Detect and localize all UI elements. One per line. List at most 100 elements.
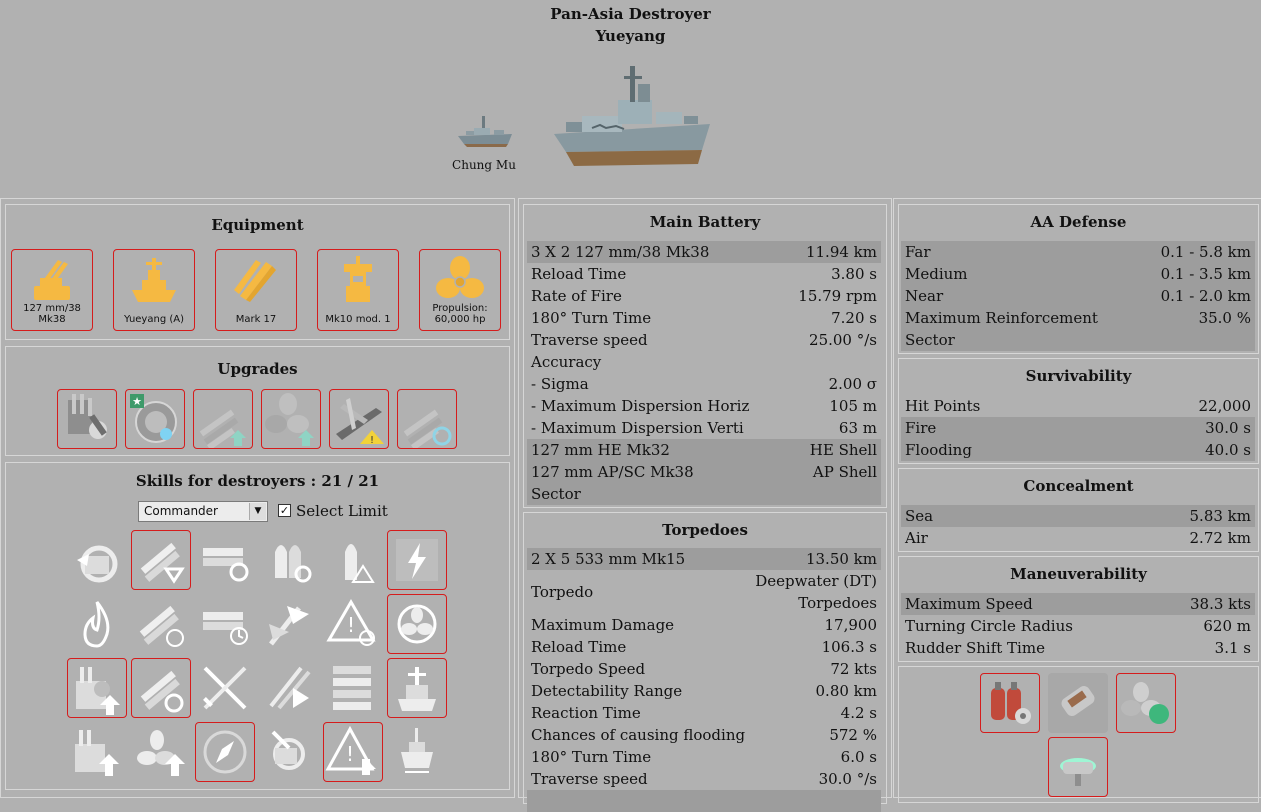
skill-1-1[interactable] <box>67 530 127 590</box>
skill-3-1[interactable] <box>67 658 127 718</box>
skill-1-4[interactable] <box>259 530 319 590</box>
torpedo-reload-skill-icon <box>203 548 249 582</box>
skill-1-6[interactable] <box>387 530 447 590</box>
concealment-row: Air 2.72 km <box>905 529 1251 547</box>
shell-warning-skill-icon <box>345 544 375 583</box>
skill-4-2[interactable] <box>131 722 191 782</box>
skill-1-5[interactable] <box>323 530 383 590</box>
survivability-row: Hit Points 22,000 <box>905 397 1251 415</box>
survivability-row: Fire 30.0 s <box>901 417 1255 439</box>
skill-3-3[interactable] <box>195 658 255 718</box>
torpedo-row: Chances of causing flooding 572 % <box>531 726 877 744</box>
torpedoes-title: Torpedoes <box>662 521 748 539</box>
skill-2-6[interactable] <box>387 594 447 654</box>
upgrades-title: Upgrades <box>217 360 298 378</box>
ship-concealment-skill-icon <box>401 728 433 773</box>
skill-2-1[interactable] <box>67 594 127 654</box>
crossed-swords-skill-icon <box>203 666 247 710</box>
propulsion-modification-icon <box>265 393 314 446</box>
consumable-slot-3[interactable] <box>1116 673 1176 733</box>
upgrade-slot-3[interactable] <box>193 389 253 451</box>
torpedo-speed-skill-icon <box>139 605 184 647</box>
ship-hull-skill-icon <box>398 667 436 711</box>
compass-skill-icon <box>203 730 247 774</box>
previous-ship-image[interactable] <box>456 108 514 150</box>
equipment-label: Propulsion: 60,000 hp <box>432 303 488 325</box>
torpedo-row <box>527 790 881 812</box>
smoke-generator-icon <box>1061 685 1095 717</box>
main-battery-panel: Main Battery 3 X 2 127 mm/38 Mk38 11.94 k… <box>523 204 887 508</box>
equipment-torpedoes[interactable]: Mark 17 <box>215 249 297 331</box>
maneuverability-title: Maneuverability <box>1010 565 1147 583</box>
skill-4-3[interactable] <box>195 722 255 782</box>
skill-4-1[interactable] <box>67 722 127 782</box>
consumable-slot-1[interactable] <box>980 673 1040 733</box>
upgrade-slot-6[interactable] <box>397 389 457 451</box>
chevron-down-icon[interactable]: ▼ <box>249 503 266 520</box>
consumable-slot-2[interactable] <box>1048 673 1108 733</box>
gun-reload-refresh-skill-icon <box>271 730 305 770</box>
fire-control-icon <box>344 256 372 302</box>
skill-3-4[interactable] <box>259 658 319 718</box>
skill-2-2[interactable] <box>131 594 191 654</box>
torpedo-refill-skill-icon <box>140 670 184 713</box>
aircraft-carrier-spotting-icon: ! <box>336 398 384 446</box>
svg-text:!: ! <box>346 742 354 766</box>
survivability-title: Survivability <box>1025 367 1132 385</box>
equipment-label: Mark 17 <box>235 314 277 325</box>
equipment-fire-control[interactable]: Mk10 mod. 1 <box>317 249 399 331</box>
hydroacoustic-search-icon <box>1060 758 1096 786</box>
skill-4-4[interactable] <box>259 722 319 782</box>
previous-ship-label[interactable]: Chung Mu <box>440 158 528 172</box>
torpedo-row: Reload Time 106.3 s <box>531 638 877 656</box>
maneuverability-row: Maximum Speed 38.3 kts <box>901 593 1255 615</box>
upgrade-slot-1[interactable] <box>57 389 117 449</box>
maneuverability-panel: Maneuverability Maximum Speed 38.3 kts Tu… <box>898 556 1259 662</box>
main-battery-row: - Maximum Dispersion Verti 63 m <box>531 419 877 437</box>
skill-2-3[interactable] <box>195 594 255 654</box>
aa-row: Medium 0.1 - 3.5 km <box>901 263 1255 285</box>
propeller-up-skill-icon <box>137 730 185 776</box>
spotting-flag-skill-icon <box>269 606 309 646</box>
main-battery-row: Rate of Fire 15.79 rpm <box>531 287 877 305</box>
main-battery-row: - Maximum Dispersion Horiz 105 m <box>531 397 877 415</box>
commander-select[interactable]: Commander ▼ <box>138 501 268 522</box>
aa-row: Maximum Reinforcement 35.0 % <box>901 307 1255 329</box>
main-battery-row: Sector <box>527 483 881 505</box>
select-limit-checkbox[interactable]: ✓ <box>278 504 291 517</box>
ship-class-title: Pan-Asia Destroyer <box>550 5 711 23</box>
skill-1-3[interactable] <box>195 530 255 590</box>
skill-3-6[interactable] <box>387 658 447 718</box>
maneuverability-row: Turning Circle Radius 620 m <box>905 617 1251 635</box>
skill-3-5[interactable] <box>323 658 383 718</box>
main-battery-title: Main Battery <box>649 213 761 231</box>
upgrade-slot-5[interactable]: ! <box>329 389 389 449</box>
equipment-hull[interactable]: Yueyang (A) <box>113 249 195 331</box>
torpedo-armament-skill-icon <box>203 612 248 645</box>
upgrade-slot-4[interactable] <box>261 389 321 449</box>
helm-propeller-skill-icon <box>397 604 437 644</box>
skill-4-6[interactable] <box>387 722 447 782</box>
propulsion-icon <box>436 256 484 298</box>
secondary-battery-up-skill-icon <box>75 730 119 776</box>
skill-3-2[interactable] <box>131 658 191 718</box>
upgrade-slot-2[interactable]: ★ <box>125 389 185 449</box>
skill-2-5[interactable]: ! <box>323 594 383 654</box>
equipment-main-battery[interactable]: 127 mm/38 Mk38 <box>11 249 93 331</box>
torpedo-row: Torpedo Deepwater (DT) Torpedoes <box>531 572 877 612</box>
equipment-label: Mk10 mod. 1 <box>325 314 391 325</box>
skills-title: Skills for destroyers : 21 / 21 <box>135 472 380 490</box>
torpedo-row: 180° Turn Time 6.0 s <box>531 748 877 766</box>
svg-text:★: ★ <box>132 395 142 408</box>
consumable-slot-4[interactable] <box>1048 737 1108 797</box>
skill-4-5[interactable]: ! <box>323 722 383 782</box>
skill-1-2[interactable] <box>131 530 191 590</box>
ship-header: Pan-Asia Destroyer Yueyang Chung Mu <box>0 0 1261 198</box>
fire-skill-icon <box>83 601 110 648</box>
damage-control-party-icon <box>991 682 1031 724</box>
torpedo-row: Traverse speed 30.0 °/s <box>531 770 877 788</box>
equipment-propulsion[interactable]: Propulsion: 60,000 hp <box>419 249 501 331</box>
skill-2-4[interactable] <box>259 594 319 654</box>
main-battery-row: 180° Turn Time 7.20 s <box>531 309 877 327</box>
gun-turret-up-skill-icon <box>76 667 120 715</box>
